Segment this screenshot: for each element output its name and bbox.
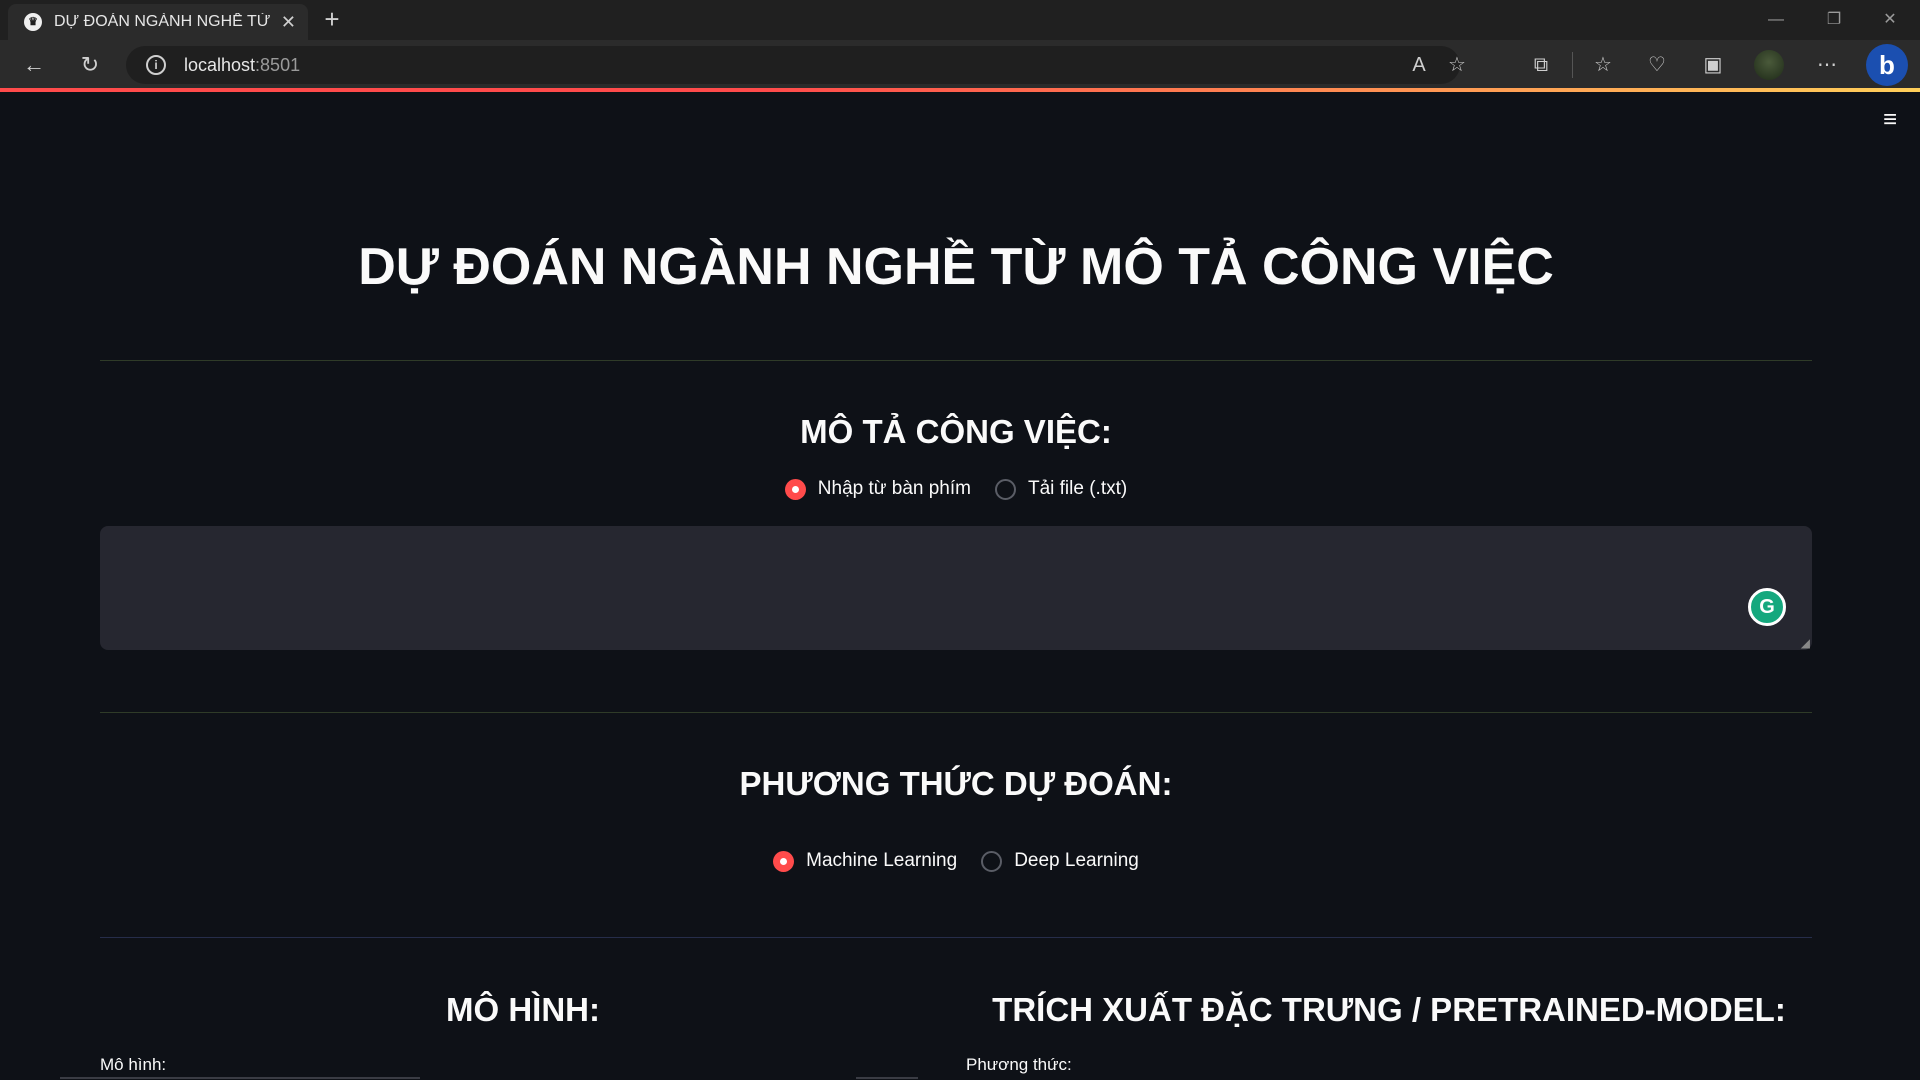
browser-tab[interactable]: ♛ DỰ ĐOÁN NGÀNH NGHỀ TỪ MÔ TẢ CÔNG VIỆC …: [8, 4, 308, 40]
feature-heading: TRÍCH XUẤT ĐẶC TRƯNG / PRETRAINED-MODEL:: [992, 991, 1786, 1028]
divider: [100, 360, 1812, 361]
toolbar-divider: [1572, 52, 1573, 78]
model-heading: MÔ HÌNH:: [446, 991, 600, 1028]
radio-upload-file[interactable]: Tải file (.txt): [994, 478, 1128, 500]
streamlit-favicon-icon: ♛: [24, 13, 42, 31]
hamburger-menu-icon[interactable]: ≡: [1876, 108, 1904, 132]
radio-selected-icon[interactable]: [773, 850, 795, 872]
radio-keyboard-input[interactable]: Nhập từ bàn phím: [784, 478, 971, 500]
streamlit-decoration-bar: [0, 88, 1920, 92]
address-bar[interactable]: i localhost:8501 A ☆: [126, 46, 1466, 84]
math-solver-icon[interactable]: ▣: [1696, 50, 1730, 80]
browser-tab-bar: ♛ DỰ ĐOÁN NGÀNH NGHỀ TỪ MÔ TẢ CÔNG VIỆC …: [0, 0, 1920, 40]
close-tab-icon[interactable]: ✕: [281, 12, 296, 33]
site-info-icon[interactable]: i: [146, 55, 166, 75]
radio-selected-icon[interactable]: [784, 478, 806, 500]
radio-label: Nhập từ bàn phím: [817, 478, 971, 499]
url-host: localhost: [184, 54, 256, 75]
radio-unselected-icon[interactable]: [981, 850, 1003, 872]
url-port: :8501: [255, 54, 301, 75]
close-window-icon[interactable]: ✕: [1872, 6, 1908, 34]
select-edge: [856, 1077, 918, 1079]
bing-copilot-icon[interactable]: b: [1866, 44, 1908, 86]
profile-avatar[interactable]: [1754, 50, 1784, 80]
radio-machine-learning[interactable]: Machine Learning: [773, 850, 957, 872]
divider: [100, 712, 1812, 713]
model-select[interactable]: [60, 1077, 420, 1079]
method-heading: PHƯƠNG THỨC DỰ ĐOÁN:: [739, 765, 1173, 802]
browser-essentials-icon[interactable]: ♡: [1640, 50, 1674, 80]
grammarly-icon[interactable]: G: [1748, 588, 1786, 626]
description-heading: MÔ TẢ CÔNG VIỆC:: [800, 413, 1112, 450]
divider: [100, 937, 1812, 938]
page-title: DỰ ĐOÁN NGÀNH NGHỀ TỪ MÔ TẢ CÔNG VIỆC: [358, 238, 1554, 296]
resize-handle-icon[interactable]: ◢: [1801, 637, 1810, 649]
radio-label: Machine Learning: [806, 850, 958, 871]
favorites-icon[interactable]: ☆: [1586, 50, 1620, 80]
settings-more-icon[interactable]: ⋯: [1810, 50, 1844, 80]
model-select-label: Mô hình:: [100, 1055, 167, 1074]
restore-icon[interactable]: ❐: [1816, 6, 1852, 34]
description-textarea[interactable]: G ◢: [100, 526, 1812, 650]
new-tab-icon[interactable]: +: [318, 6, 346, 34]
read-aloud-icon[interactable]: A: [1404, 50, 1434, 80]
back-icon[interactable]: ←: [18, 50, 50, 80]
minimize-icon[interactable]: —: [1758, 6, 1794, 34]
feature-select-label: Phương thức:: [966, 1055, 1072, 1074]
tab-title: DỰ ĐOÁN NGÀNH NGHỀ TỪ MÔ TẢ CÔNG VIỆC: [54, 13, 271, 30]
radio-label: Deep Learning: [1014, 850, 1139, 871]
reload-icon[interactable]: ↻: [74, 50, 106, 80]
method-radio-group: Machine Learning Deep Learning: [100, 850, 1812, 872]
radio-unselected-icon[interactable]: [994, 478, 1016, 500]
extensions-icon[interactable]: ⧉: [1524, 50, 1558, 80]
input-mode-radio-group: Nhập từ bàn phím Tải file (.txt): [100, 478, 1812, 500]
browser-toolbar: ← ↻ i localhost:8501 A ☆ ⧉ ☆ ♡ ▣ ⋯: [0, 40, 1920, 90]
favorite-star-icon[interactable]: ☆: [1442, 50, 1472, 80]
radio-deep-learning[interactable]: Deep Learning: [981, 850, 1139, 872]
radio-label: Tải file (.txt): [1027, 478, 1128, 499]
